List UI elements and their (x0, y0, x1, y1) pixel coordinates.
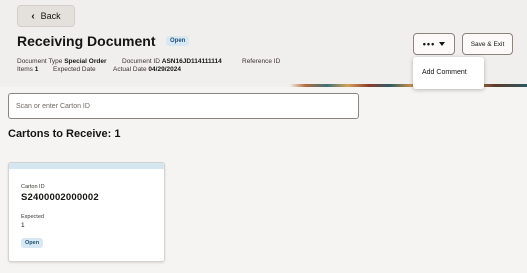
more-icon: ••• (422, 39, 436, 49)
more-actions-menu: Add Comment (413, 57, 484, 89)
cartons-heading: Cartons to Receive: 1 (8, 128, 121, 140)
carton-id-label: Carton ID (21, 184, 45, 190)
back-button[interactable]: ‹ Back (17, 5, 75, 27)
back-button-label: Back (40, 11, 61, 21)
reference-id: Reference ID (242, 58, 280, 65)
status-badge: Open (166, 36, 190, 46)
expected-value: 1 (21, 222, 25, 229)
page-title: Receiving Document (17, 33, 156, 49)
document-type-value: Special Order (64, 58, 107, 65)
more-actions-button[interactable]: ••• (413, 33, 455, 55)
carton-search-input[interactable] (8, 93, 359, 119)
document-type: Document Type Special Order (17, 58, 107, 65)
document-id-value: ASN16JD114111114 (161, 58, 222, 65)
items-count: Items 1 (17, 66, 38, 73)
save-exit-button[interactable]: Save & Exit (462, 33, 513, 55)
chevron-left-icon: ‹ (31, 10, 35, 22)
actual-date-value: 04/29/2024 (148, 66, 181, 73)
expected-label: Expected (21, 214, 44, 220)
carton-id-value: S2400002000002 (21, 192, 99, 203)
actual-date: Actual Date 04/29/2024 (113, 66, 181, 73)
document-type-label: Document Type (17, 58, 63, 65)
reference-id-label: Reference ID (242, 58, 281, 65)
expected-date: Expected Date (53, 66, 96, 73)
items-label: Items (17, 66, 33, 73)
document-id-label: Document ID (122, 58, 160, 65)
caret-down-icon (439, 42, 446, 46)
document-id: Document ID ASN16JD114111114 (122, 58, 222, 65)
carton-status-badge: Open (21, 238, 44, 248)
menu-item-add-comment[interactable]: Add Comment (422, 69, 467, 76)
card-accent-bar (9, 163, 164, 169)
carton-card[interactable]: Carton ID S2400002000002 Expected 1 Open (8, 162, 165, 262)
expected-date-label: Expected Date (53, 66, 96, 73)
actual-date-label: Actual Date (113, 66, 147, 73)
items-value: 1 (34, 66, 39, 73)
